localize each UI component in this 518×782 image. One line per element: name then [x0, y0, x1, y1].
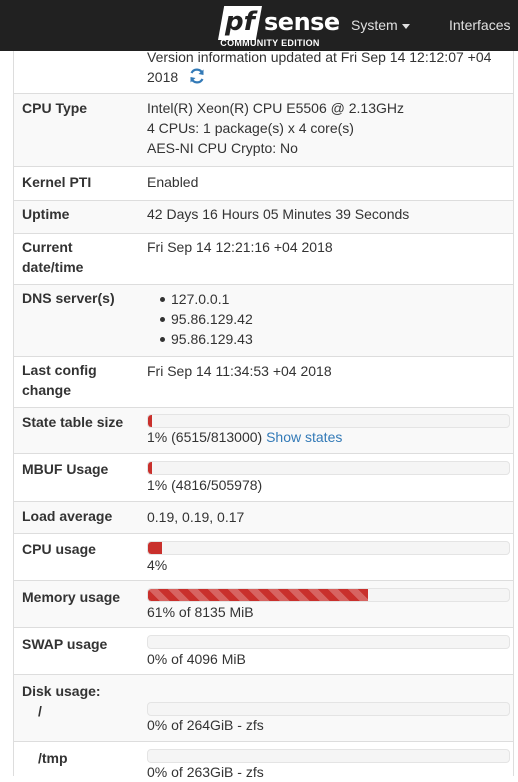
memory-usage-row: Memory usage 61% of 8135 MiB — [14, 581, 513, 628]
list-item: 95.86.129.43 — [147, 329, 507, 349]
nav-system-menu[interactable]: System — [351, 17, 410, 33]
last-config-row: Last config change Fri Sep 14 11:34:53 +… — [14, 357, 513, 408]
nav-interfaces-menu[interactable]: Interfaces — [449, 17, 510, 33]
current-datetime-row: Current date/time Fri Sep 14 12:21:16 +0… — [14, 234, 513, 285]
state-table-progress-fill — [148, 415, 152, 427]
swap-usage-label: SWAP usage — [22, 636, 108, 652]
dns-servers-label: DNS server(s) — [22, 290, 115, 306]
cpu-usage-label: CPU usage — [22, 541, 96, 557]
version-info: Version information updated at Fri Sep 1… — [147, 49, 492, 85]
disk-tmp-label: /tmp — [38, 750, 68, 766]
cpu-usage-progress-fill — [148, 542, 163, 554]
memory-usage-label: Memory usage — [22, 589, 121, 605]
cpu-type-label: CPU Type — [22, 100, 88, 116]
load-average-label: Load average — [22, 508, 113, 524]
system-info-panel: Version information updated at Fri Sep 1… — [13, 0, 514, 780]
swap-usage-progress — [147, 635, 510, 649]
disk-tmp-progress — [147, 749, 510, 763]
state-table-label: State table size — [22, 414, 124, 430]
disk-root-label: / — [38, 703, 42, 719]
disk-tmp-text: 0% of 263GiB - zfs — [147, 764, 264, 780]
top-navbar: pf sense COMMUNITY EDITION System Interf… — [0, 0, 518, 51]
disk-root-text: 0% of 264GiB - zfs — [147, 717, 264, 733]
disk-usage-root-row: Disk usage: / 0% of 264GiB - zfs — [14, 675, 513, 742]
swap-usage-row: SWAP usage 0% of 4096 MiB — [14, 628, 513, 675]
mbuf-progress — [147, 461, 510, 475]
state-table-row: State table size 1% (6515/813000) Show s… — [14, 408, 513, 454]
disk-root-progress — [147, 702, 510, 716]
memory-usage-text: 61% of 8135 MiB — [147, 604, 254, 620]
cpu-usage-row: CPU usage 4% — [14, 534, 513, 581]
cpu-type-value: Intel(R) Xeon(R) CPU E5506 @ 2.13GHz 4 C… — [147, 100, 404, 156]
list-item: 127.0.0.1 — [147, 289, 507, 309]
swap-usage-text: 0% of 4096 MiB — [147, 651, 246, 667]
pfsense-logo[interactable]: pf sense COMMUNITY EDITION — [218, 6, 340, 48]
kernel-pti-label: Kernel PTI — [22, 174, 92, 190]
show-states-link[interactable]: Show states — [266, 429, 342, 445]
refresh-icon[interactable] — [188, 67, 206, 85]
uptime-row: Uptime 42 Days 16 Hours 05 Minutes 39 Se… — [14, 201, 513, 234]
load-average-value: 0.19, 0.19, 0.17 — [147, 509, 245, 525]
mbuf-text: 1% (4816/505978) — [147, 477, 263, 493]
uptime-label: Uptime — [22, 206, 70, 222]
dns-servers-row: DNS server(s) 127.0.0.1 95.86.129.42 95.… — [14, 285, 513, 357]
disk-usage-tmp-row: /tmp 0% of 263GiB - zfs — [14, 742, 513, 782]
state-table-progress — [147, 414, 510, 428]
disk-usage-label: Disk usage: — [22, 683, 101, 699]
dns-servers-list: 127.0.0.1 95.86.129.42 95.86.129.43 — [147, 289, 507, 349]
mbuf-label: MBUF Usage — [22, 461, 109, 477]
last-config-value: Fri Sep 14 11:34:53 +04 2018 — [147, 363, 332, 379]
memory-usage-progress — [147, 588, 510, 602]
kernel-pti-row: Kernel PTI Enabled — [14, 167, 513, 201]
cpu-usage-progress — [147, 541, 510, 555]
last-config-label: Last config change — [22, 362, 97, 398]
uptime-value: 42 Days 16 Hours 05 Minutes 39 Seconds — [147, 206, 410, 222]
state-table-text: 1% (6515/813000) Show states — [147, 429, 343, 445]
current-datetime-label: Current date/time — [22, 239, 84, 275]
mbuf-row: MBUF Usage 1% (4816/505978) — [14, 454, 513, 502]
list-item: 95.86.129.42 — [147, 309, 507, 329]
memory-usage-progress-fill — [148, 589, 369, 601]
chevron-down-icon — [401, 23, 410, 29]
load-average-row: Load average 0.19, 0.19, 0.17 — [14, 502, 513, 534]
kernel-pti-value: Enabled — [147, 174, 199, 190]
current-datetime-value: Fri Sep 14 12:21:16 +04 2018 — [147, 239, 333, 255]
cpu-usage-text: 4% — [147, 557, 168, 573]
cpu-type-row: CPU Type Intel(R) Xeon(R) CPU E5506 @ 2.… — [14, 94, 513, 167]
mbuf-progress-fill — [148, 462, 152, 474]
